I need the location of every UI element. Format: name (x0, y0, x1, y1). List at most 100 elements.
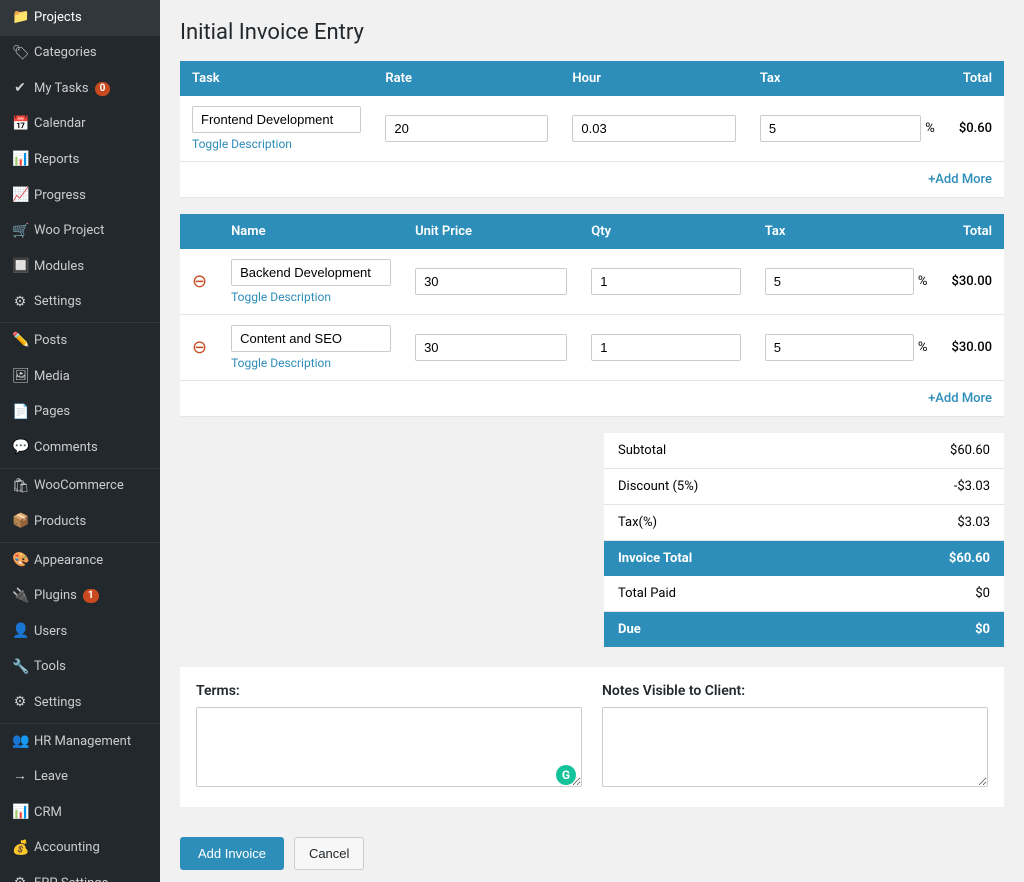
product-name-input-2[interactable] (231, 325, 391, 352)
due-label: Due (604, 612, 848, 648)
hour-cell (560, 96, 747, 162)
notes-col: Notes Visible to Client: (602, 683, 988, 791)
sidebar-item-settings[interactable]: ⚙ Settings (0, 285, 160, 321)
qty-input-2[interactable] (591, 334, 741, 361)
leave-icon: → (12, 767, 28, 787)
tax-cell: % (748, 96, 947, 162)
task-col-header: Task (180, 61, 373, 96)
product-add-more-link[interactable]: +Add More (928, 391, 992, 406)
task-add-more-row: +Add More (180, 162, 1004, 198)
sidebar-item-woocommerce[interactable]: 🛍 WooCommerce (0, 469, 160, 505)
product-name-input-1[interactable] (231, 259, 391, 286)
sidebar-item-projects[interactable]: 📁 Projects (0, 0, 160, 36)
hour-input[interactable] (572, 115, 735, 142)
task-add-more-link[interactable]: +Add More (928, 172, 992, 187)
rate-input[interactable] (385, 115, 548, 142)
unit-price-input-2[interactable] (415, 334, 567, 361)
toggle-description-link-2[interactable]: Toggle Description (231, 356, 391, 370)
terms-notes-section: Terms: G Notes Visible to Client: (180, 667, 1004, 807)
invoice-total-row: Invoice Total $60.60 (604, 541, 1004, 577)
sidebar-item-appearance[interactable]: 🎨 Appearance (0, 543, 160, 579)
discount-label: Discount (5%) (604, 469, 848, 505)
media-icon: 🖼 (12, 367, 28, 387)
product-add-more-row: +Add More (180, 381, 1004, 417)
remove-row-button-2[interactable]: ⊖ (192, 337, 207, 358)
woo-icon: 🛒 (12, 222, 28, 242)
product-name-cell-2: Toggle Description (219, 315, 403, 381)
sidebar-item-media[interactable]: 🖼 Media (0, 359, 160, 395)
sidebar-item-calendar[interactable]: 📅 Calendar (0, 107, 160, 143)
remove-row-button-1[interactable]: ⊖ (192, 271, 207, 292)
toggle-description-link[interactable]: Toggle Description (192, 137, 361, 151)
summary-section: Subtotal $60.60 Discount (5%) -$3.03 Tax… (180, 433, 1004, 647)
notes-label: Notes Visible to Client: (602, 683, 988, 699)
woocommerce-icon: 🛍 (12, 477, 28, 497)
calendar-icon: 📅 (12, 115, 28, 135)
hour-col-header: Hour (560, 61, 747, 96)
cancel-button[interactable]: Cancel (294, 837, 364, 870)
product-tax-input-2[interactable] (765, 334, 914, 361)
sidebar-item-tools[interactable]: 🔧 Tools (0, 650, 160, 686)
sidebar-item-woo-project[interactable]: 🛒 Woo Project (0, 214, 160, 250)
terms-textarea[interactable] (196, 707, 582, 787)
sidebar-item-accounting[interactable]: 💰 Accounting (0, 831, 160, 867)
modules-icon: 🔲 (12, 257, 28, 277)
gear-icon: ⚙ (12, 293, 28, 313)
table-row: ⊖ Toggle Description % (180, 249, 1004, 315)
invoice-total-value: $60.60 (848, 541, 1004, 577)
rate-col-header: Rate (373, 61, 560, 96)
unit-price-cell-2 (403, 315, 579, 381)
table-row: ⊖ Toggle Description % (180, 315, 1004, 381)
sidebar-item-leave[interactable]: → Leave (0, 759, 160, 795)
sidebar-item-reports[interactable]: 📊 Reports (0, 142, 160, 178)
sidebar-item-comments[interactable]: 💬 Comments (0, 430, 160, 466)
unit-price-input-1[interactable] (415, 268, 567, 295)
add-invoice-button[interactable]: Add Invoice (180, 837, 284, 870)
qty-input-1[interactable] (591, 268, 741, 295)
tax-percent-symbol: % (925, 121, 935, 136)
action-buttons: Add Invoice Cancel (180, 827, 1004, 880)
table-row: Toggle Description % $0.60 (180, 96, 1004, 162)
notes-textarea-wrapper (602, 707, 988, 791)
notes-textarea[interactable] (602, 707, 988, 787)
name-col-header: Name (219, 214, 403, 249)
sidebar-item-posts[interactable]: ✏️ Posts (0, 323, 160, 359)
due-value: $0 (848, 612, 1004, 648)
sidebar-item-plugins[interactable]: 🔌 Plugins 1 (0, 579, 160, 615)
tax-col-header: Tax (748, 61, 947, 96)
product-table: Name Unit Price Qty Tax Total ⊖ Toggle D… (180, 214, 1004, 417)
product-tax-input-1[interactable] (765, 268, 914, 295)
plugins-badge: 1 (83, 589, 99, 603)
folder-icon: 📁 (12, 8, 28, 28)
task-name-input[interactable] (192, 106, 361, 133)
grammarly-icon: G (556, 765, 576, 785)
tax-row: Tax(%) $3.03 (604, 505, 1004, 541)
qty-cell-1 (579, 249, 753, 315)
sidebar-item-users[interactable]: 👤 Users (0, 614, 160, 650)
sidebar-item-wp-settings[interactable]: ⚙ Settings (0, 685, 160, 721)
sidebar-item-pages[interactable]: 📄 Pages (0, 395, 160, 431)
sidebar-item-my-tasks[interactable]: ✔ My Tasks 0 (0, 71, 160, 107)
sidebar-item-products[interactable]: 📦 Products (0, 504, 160, 540)
sidebar-item-erp-settings[interactable]: ⚙ ERP Settings (0, 866, 160, 882)
posts-icon: ✏️ (12, 331, 28, 351)
product-add-more-cell: +Add More (180, 381, 1004, 417)
sidebar-item-progress[interactable]: 📈 Progress (0, 178, 160, 214)
product-tax-cell-2: % (753, 315, 940, 381)
due-row: Due $0 (604, 612, 1004, 648)
product-tax-symbol-2: % (918, 340, 928, 355)
users-icon: 👤 (12, 622, 28, 642)
tax-input[interactable] (760, 115, 921, 142)
summary-table: Subtotal $60.60 Discount (5%) -$3.03 Tax… (604, 433, 1004, 647)
total-paid-row: Total Paid $0 (604, 576, 1004, 612)
toggle-description-link-1[interactable]: Toggle Description (231, 290, 391, 304)
sidebar-item-hr-management[interactable]: 👥 HR Management (0, 724, 160, 760)
accounting-icon: 💰 (12, 839, 28, 859)
sidebar-item-modules[interactable]: 🔲 Modules (0, 249, 160, 285)
sidebar-item-categories[interactable]: 🏷 Categories (0, 36, 160, 72)
tools-icon: 🔧 (12, 658, 28, 678)
wp-settings-icon: ⚙ (12, 693, 28, 713)
task-cell: Toggle Description (180, 96, 373, 162)
sidebar-item-crm[interactable]: 📊 CRM (0, 795, 160, 831)
invoice-total-label: Invoice Total (604, 541, 848, 577)
